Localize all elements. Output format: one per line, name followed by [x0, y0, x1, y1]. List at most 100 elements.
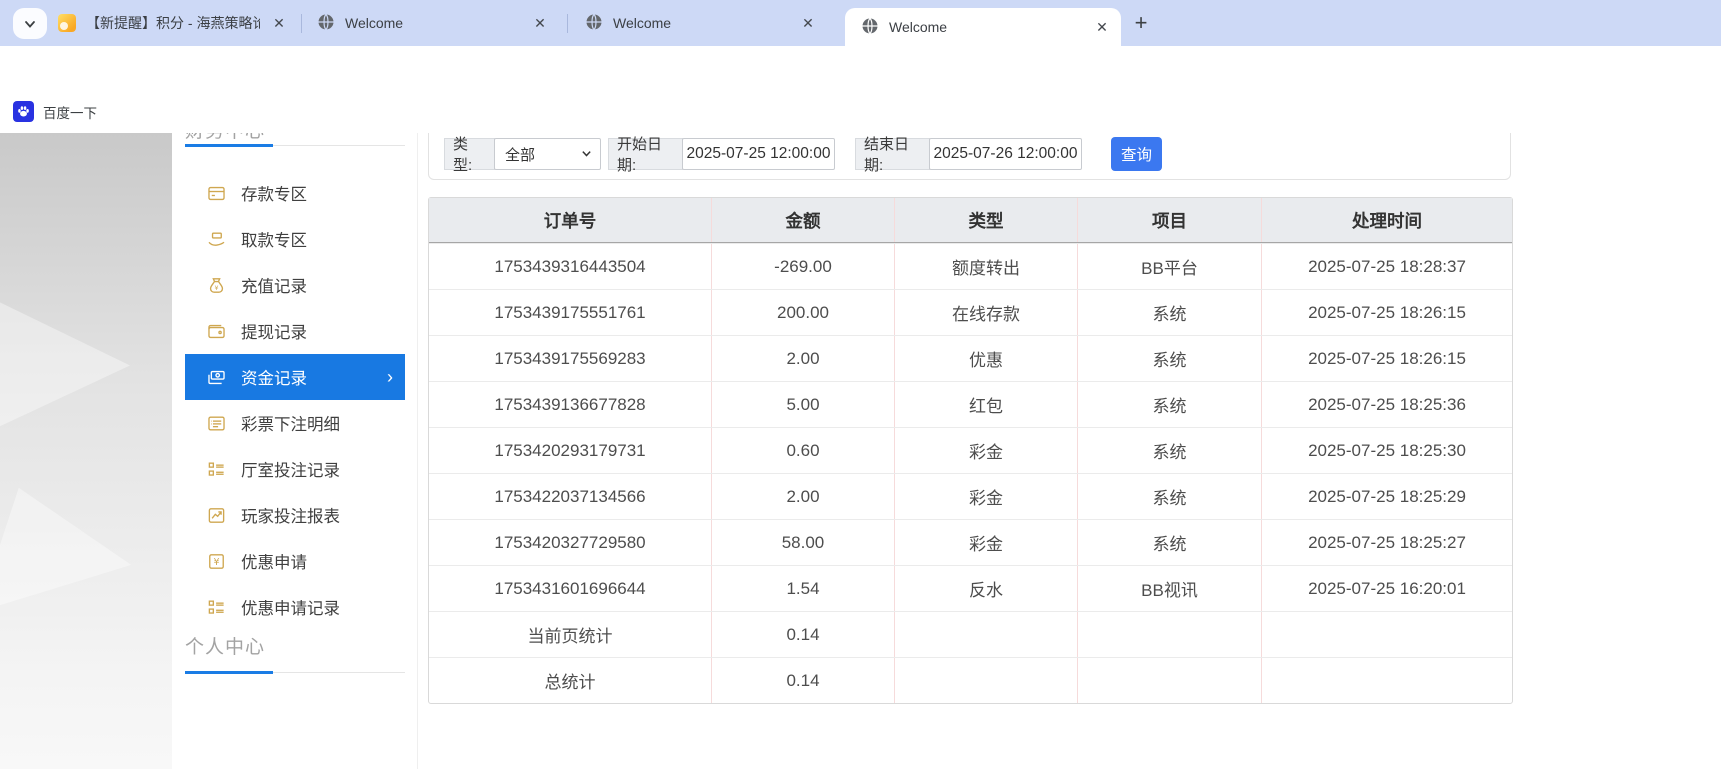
cell-project: 系统 — [1077, 290, 1261, 335]
cell-amount: 2.00 — [711, 474, 894, 519]
sidebar-item-deposit-zone[interactable]: 存款专区 — [185, 170, 405, 216]
close-icon[interactable]: ✕ — [1093, 18, 1111, 36]
cell-order: 1753439136677828 — [494, 394, 646, 414]
sidebar-item-hall-bet-records[interactable]: 厅室投注记录 — [185, 446, 405, 492]
close-icon[interactable]: ✕ — [799, 14, 817, 32]
tab-divider — [301, 14, 302, 33]
tab-forum[interactable]: 【新提醒】积分 - 海燕策略论坛 ✕ — [48, 0, 298, 46]
list-icon — [206, 413, 226, 433]
sidebar-item-promo-apply[interactable]: ¥ 优惠申请 — [185, 538, 405, 584]
cell-time: 2025-07-25 18:26:15 — [1261, 290, 1512, 335]
cell-time: 2025-07-25 16:20:01 — [1261, 566, 1512, 611]
close-icon[interactable]: ✕ — [270, 14, 288, 32]
cell-type: 额度转出 — [894, 244, 1077, 289]
cell-type: 彩金 — [894, 474, 1077, 519]
tab-title: Welcome — [889, 19, 948, 35]
cell-order: 1753431601696644 — [494, 578, 646, 598]
cell-amount: 5.00 — [711, 382, 894, 427]
column-header-type: 类型 — [894, 198, 1077, 242]
summary-label: 当前页统计 — [527, 627, 613, 646]
section-underline-accent — [185, 671, 273, 674]
chevron-right-icon: › — [387, 367, 393, 387]
cell-time: 2025-07-25 18:25:30 — [1261, 428, 1512, 473]
tab-welcome-1[interactable]: Welcome ✕ — [307, 0, 559, 46]
cell-type: 优惠 — [894, 336, 1077, 381]
tab-title: 【新提醒】积分 - 海燕策略论坛 — [86, 15, 260, 31]
sidebar-item-label: 取款专区 — [241, 232, 307, 250]
sidebar-menu: 存款专区 取款专区 ¥ 充值记录 提现记录 资金记录 › 彩票下注明细 厅室投注… — [185, 170, 405, 630]
bookmark-label: 百度一下 — [43, 105, 97, 121]
sidebar-item-funds-records[interactable]: 资金记录 › — [185, 354, 405, 400]
new-tab-button[interactable]: + — [1128, 10, 1154, 36]
sidebar-item-recharge-records[interactable]: ¥ 充值记录 — [185, 262, 405, 308]
promo-box-icon: ¥ — [206, 551, 226, 571]
tab-welcome-active[interactable]: Welcome ✕ — [845, 8, 1121, 46]
table-row: 1753439175551761 200.00 在线存款 系统 2025-07-… — [429, 289, 1512, 335]
summary-amount: 0.14 — [711, 612, 894, 657]
column-header-order: 订单号 — [543, 210, 597, 231]
banknotes-icon — [206, 367, 226, 387]
cell-project: 系统 — [1077, 474, 1261, 519]
end-date-input[interactable] — [929, 138, 1082, 170]
cell-type: 红包 — [894, 382, 1077, 427]
column-header-amount: 金额 — [711, 198, 894, 242]
cell-project: BB平台 — [1077, 244, 1261, 289]
sidebar-item-withdrawal-records[interactable]: 提现记录 — [185, 308, 405, 354]
cell-project: 系统 — [1077, 336, 1261, 381]
cell-project: 系统 — [1077, 382, 1261, 427]
svg-text:¥: ¥ — [214, 284, 218, 291]
close-icon[interactable]: ✕ — [531, 14, 549, 32]
bookmarks-bar: 百度一下 — [0, 94, 1721, 134]
sidebar-section-title-finance: 财务中心 — [185, 133, 265, 141]
section-underline-accent — [185, 144, 273, 147]
sidebar-item-label: 厅室投注记录 — [241, 462, 340, 480]
globe-icon — [585, 13, 603, 34]
cell-time: 2025-07-25 18:25:27 — [1261, 520, 1512, 565]
cell-type: 彩金 — [894, 428, 1077, 473]
sidebar-item-promo-apply-records[interactable]: 优惠申请记录 — [185, 584, 405, 630]
forum-favicon — [58, 14, 76, 32]
column-header-project: 项目 — [1077, 198, 1261, 242]
sidebar-item-label: 优惠申请记录 — [241, 600, 340, 618]
sidebar-item-label: 优惠申请 — [241, 554, 307, 572]
summary-empty — [1077, 612, 1261, 657]
type-select[interactable]: 全部 — [494, 138, 601, 170]
summary-empty — [894, 658, 1077, 703]
sidebar: 财务中心 存款专区 取款专区 ¥ — [185, 133, 405, 769]
tab-search-button[interactable] — [13, 8, 47, 39]
table-row: 1753439316443504 -269.00 额度转出 BB平台 2025-… — [429, 243, 1512, 289]
page-content: 财务中心 存款专区 取款专区 ¥ — [0, 133, 1721, 769]
type-label: 类型: — [444, 136, 495, 174]
sidebar-item-player-bet-report[interactable]: 玩家投注报表 — [185, 492, 405, 538]
cell-project: BB视讯 — [1077, 566, 1261, 611]
list-blocks-icon — [206, 597, 226, 617]
chart-icon — [206, 505, 226, 525]
cell-project: 系统 — [1077, 428, 1261, 473]
summary-row-total: 总统计 0.14 — [429, 657, 1512, 703]
query-button[interactable]: 查询 — [1111, 137, 1162, 171]
table-row: 1753439175569283 2.00 优惠 系统 2025-07-25 1… — [429, 335, 1512, 381]
tab-welcome-2[interactable]: Welcome ✕ — [575, 0, 827, 46]
sidebar-item-lottery-bet-details[interactable]: 彩票下注明细 — [185, 400, 405, 446]
cell-type: 在线存款 — [894, 290, 1077, 335]
sidebar-item-withdraw-zone[interactable]: 取款专区 — [185, 216, 405, 262]
bookmark-baidu[interactable]: 百度一下 — [13, 101, 97, 122]
start-date-input[interactable] — [682, 138, 835, 170]
summary-empty — [1077, 658, 1261, 703]
svg-text:¥: ¥ — [213, 557, 219, 568]
globe-icon — [317, 13, 335, 34]
cell-order: 1753422037134566 — [494, 486, 646, 506]
summary-empty — [1261, 658, 1512, 703]
summary-empty — [894, 612, 1077, 657]
column-header-time: 处理时间 — [1261, 198, 1512, 242]
sidebar-divider — [417, 133, 418, 769]
start-date-label: 开始日期: — [608, 136, 683, 174]
list-blocks-icon — [206, 459, 226, 479]
table-header-row: 订单号 金额 类型 项目 处理时间 — [429, 198, 1512, 243]
baidu-paw-icon — [13, 101, 34, 122]
wallet-icon — [206, 321, 226, 341]
summary-row-current-page: 当前页统计 0.14 — [429, 611, 1512, 657]
sidebar-section-title-personal: 个人中心 — [185, 637, 266, 658]
tab-strip: 【新提醒】积分 - 海燕策略论坛 ✕ Welcome ✕ Welcome ✕ W… — [0, 0, 1721, 46]
sidebar-item-label: 充值记录 — [241, 278, 307, 296]
